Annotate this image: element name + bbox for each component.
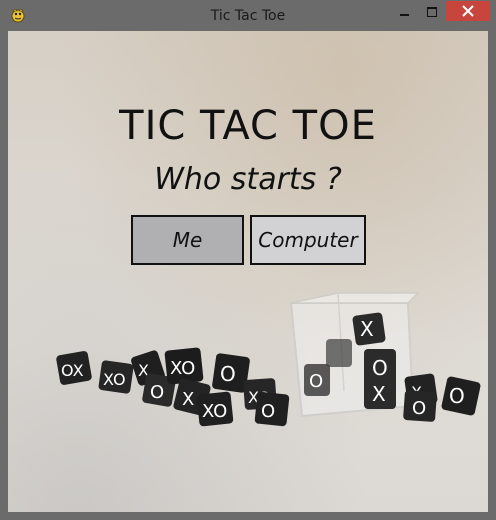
svg-text:O: O: [309, 371, 323, 392]
svg-text:O: O: [449, 384, 465, 408]
game-canvas: X O X O OX XO X O XO X XO O O O O TIC TA…: [8, 31, 488, 512]
computer-starts-button[interactable]: Computer: [250, 215, 366, 265]
svg-text:O: O: [150, 382, 164, 403]
svg-text:X: X: [360, 317, 374, 341]
svg-text:XO: XO: [202, 401, 227, 422]
svg-text:X: X: [182, 389, 194, 410]
title-bar[interactable]: Tic Tac Toe: [0, 0, 496, 31]
maximize-button[interactable]: [420, 3, 444, 23]
game-title: TIC TAC TOE: [119, 103, 377, 149]
svg-text:O: O: [220, 362, 236, 386]
svg-text:O: O: [261, 401, 275, 422]
close-icon: [462, 5, 474, 17]
start-question: Who starts ?: [154, 162, 342, 197]
app-window: Tic Tac Toe X O X O OX XO X O XO X XO O …: [0, 0, 496, 520]
minimize-button[interactable]: [392, 3, 416, 23]
svg-text:XO: XO: [170, 358, 195, 379]
svg-text:X: X: [372, 382, 386, 406]
svg-text:XO: XO: [103, 370, 126, 389]
me-starts-button[interactable]: Me: [131, 215, 244, 265]
svg-text:O: O: [372, 356, 388, 380]
svg-text:O: O: [412, 398, 426, 419]
svg-text:OX: OX: [61, 361, 84, 380]
close-button[interactable]: [446, 1, 490, 21]
